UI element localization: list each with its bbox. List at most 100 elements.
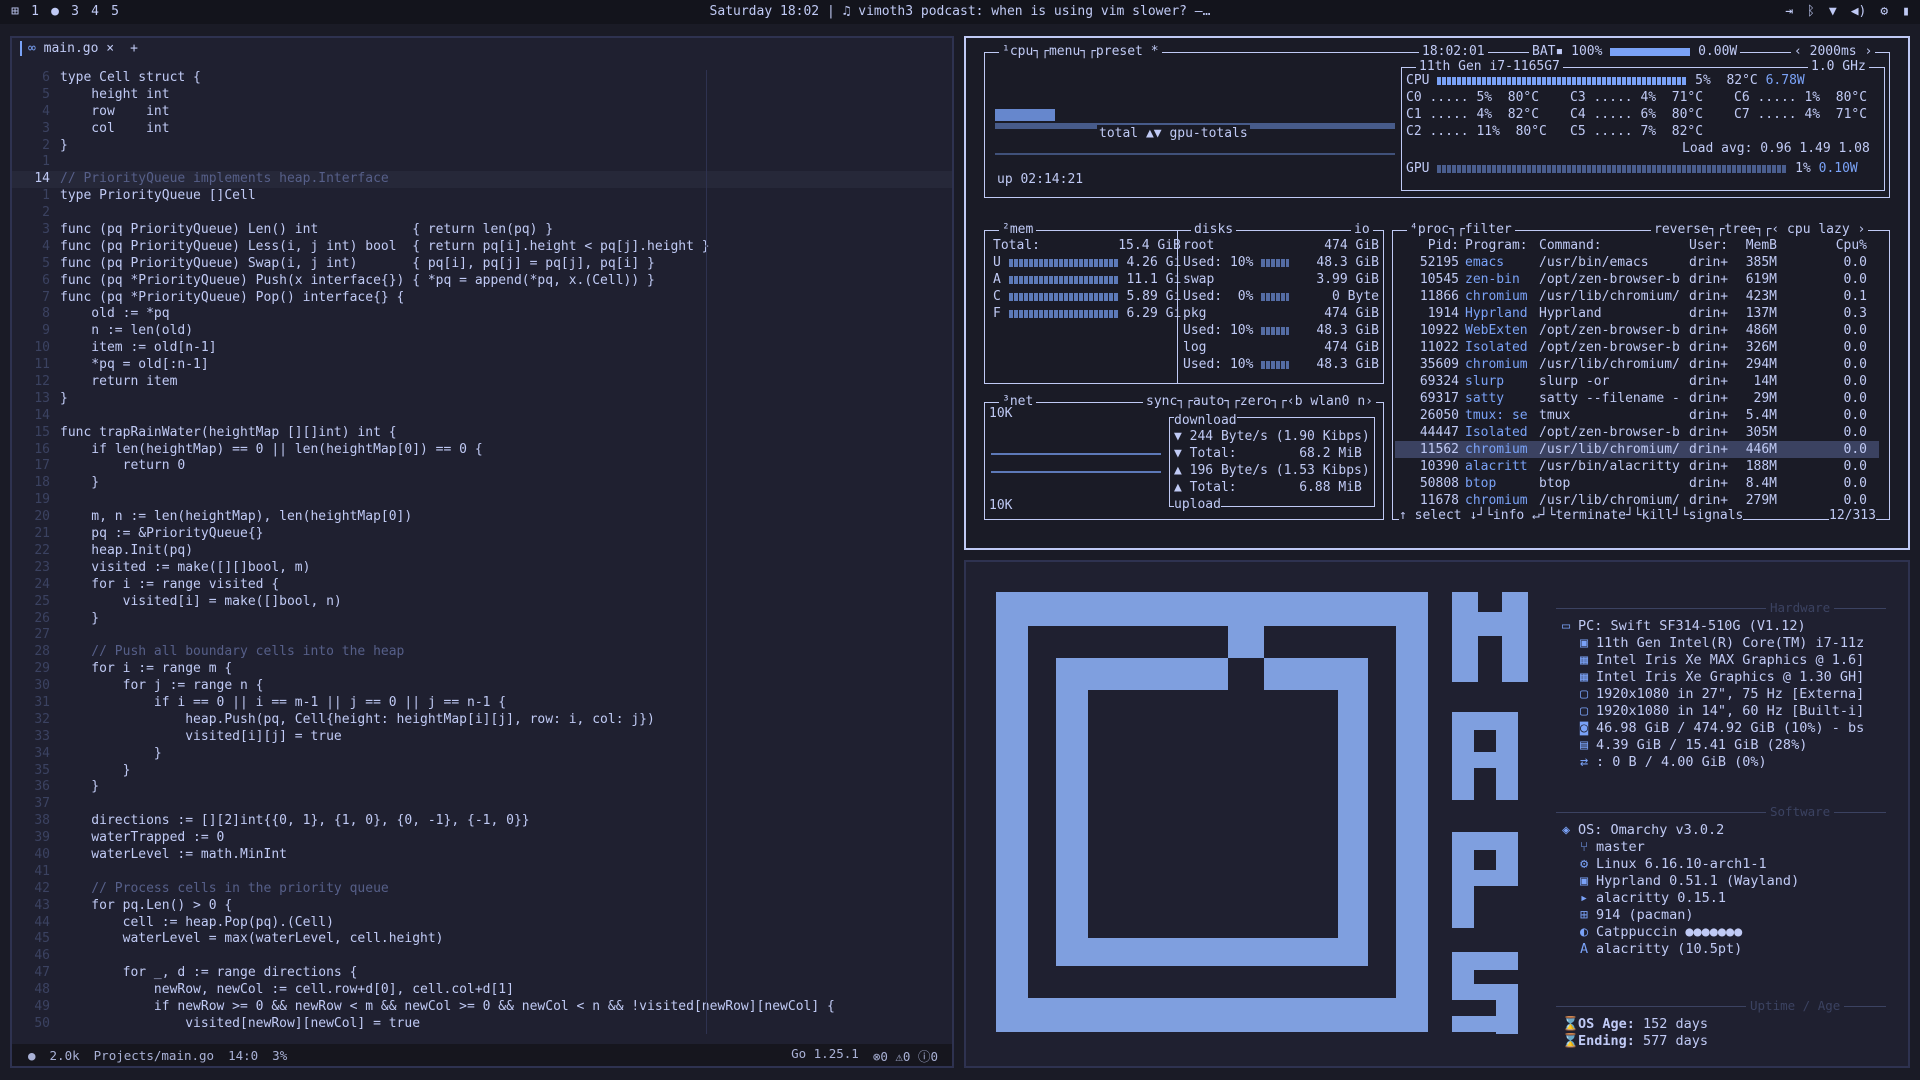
line-text[interactable]: // Process cells in the priority queue: [60, 881, 388, 898]
code-line[interactable]: 43 for pq.Len() > 0 {: [12, 898, 952, 915]
line-text[interactable]: height int: [60, 87, 169, 104]
proc-row[interactable]: 10922 WebExten/opt/zen-browser-b drin+ 486M…: [1395, 322, 1879, 339]
proc-row[interactable]: 52195 emacs/usr/bin/emacs drin+ 385M 0.0: [1395, 254, 1879, 271]
code-line[interactable]: 46: [12, 948, 952, 965]
line-text[interactable]: func (pq *PriorityQueue) Pop() interface…: [60, 290, 404, 307]
cpu-box-menu[interactable]: ¹cpu┐┌menu┐┌preset *: [999, 44, 1162, 59]
line-text[interactable]: for i := range m {: [60, 661, 232, 678]
code-line[interactable]: 27: [12, 627, 952, 644]
proc-row[interactable]: 10545 zen-bin/opt/zen-browser-b drin+ 619M 0…: [1395, 271, 1879, 288]
settings-icon[interactable]: ⚙: [1880, 4, 1888, 19]
line-text[interactable]: type PriorityQueue []Cell: [60, 188, 256, 205]
code-line[interactable]: 14: [12, 408, 952, 425]
line-text[interactable]: return 0: [60, 458, 186, 475]
proc-options[interactable]: reverse┐┌tree┐┌‹ cpu lazy ›: [1651, 222, 1869, 237]
code-line[interactable]: 33 visited[i][j] = true: [12, 729, 952, 746]
line-text[interactable]: col int: [60, 121, 169, 138]
new-tab-icon[interactable]: +: [130, 41, 138, 56]
code-line[interactable]: 34 }: [12, 746, 952, 763]
line-text[interactable]: item := old[n-1]: [60, 340, 216, 357]
mem-label[interactable]: ²mem: [999, 222, 1037, 237]
line-text[interactable]: row int: [60, 104, 169, 121]
code-line[interactable]: 19: [12, 492, 952, 509]
line-text[interactable]: func (pq PriorityQueue) Swap(i, j int) {…: [60, 256, 655, 273]
code-line[interactable]: 3 func (pq PriorityQueue) Len() int { ret…: [12, 222, 952, 239]
graph-label[interactable]: total ▲▼ gpu-totals: [1097, 125, 1250, 142]
code-line[interactable]: 18 }: [12, 475, 952, 492]
code-line[interactable]: 31 if i == 0 || i == m-1 || j == 0 || j …: [12, 695, 952, 712]
clock-and-media[interactable]: Saturday 18:02 | ♫ vimoth3 podcast: when…: [0, 4, 1920, 19]
line-text[interactable]: cell := heap.Pop(pq).(Cell): [60, 915, 334, 932]
line-text[interactable]: visited := make([][]bool, m): [60, 560, 310, 577]
proc-row[interactable]: 11562 chromium/usr/lib/chromium/drin+ 446M…: [1395, 441, 1879, 458]
code-line[interactable]: 35 }: [12, 763, 952, 780]
code-line[interactable]: 29 for i := range m {: [12, 661, 952, 678]
code-line[interactable]: 2}: [12, 138, 952, 155]
code-line[interactable]: 47 for _, d := range directions {: [12, 965, 952, 982]
code-line[interactable]: 48 newRow, newCol := cell.row+d[0], cell…: [12, 982, 952, 999]
line-text[interactable]: pq := &PriorityQueue{}: [60, 526, 263, 543]
code-line[interactable]: 49 if newRow >= 0 && newRow < m && newCo…: [12, 999, 952, 1016]
code-area[interactable]: 6 type Cell struct {5 height int 4 row int…: [12, 70, 952, 1036]
line-text[interactable]: func (pq *PriorityQueue) Push(x interfac…: [60, 273, 655, 290]
code-line[interactable]: 14 // PriorityQueue implements heap.Inter…: [12, 171, 952, 189]
proc-row[interactable]: 69317 satty satty --filename - drin+ 29M 0.0: [1395, 390, 1879, 407]
line-text[interactable]: for pq.Len() > 0 {: [60, 898, 232, 915]
proc-filter[interactable]: ⁴proc┐┌filter: [1407, 222, 1515, 237]
wifi-icon[interactable]: ▼: [1829, 4, 1837, 19]
proc-footer[interactable]: ↑ select ↓┘└info ↵┘└terminate┘└kill┘└sig…: [1399, 507, 1744, 524]
code-line[interactable]: 30 for j := range n {: [12, 678, 952, 695]
code-line[interactable]: 39 waterTrapped := 0: [12, 830, 952, 847]
line-text[interactable]: directions := [][2]int{{0, 1}, {1, 0}, {…: [60, 813, 529, 830]
code-line[interactable]: 23 visited := make([][]bool, m): [12, 560, 952, 577]
code-line[interactable]: 20 m, n := len(heightMap), len(heightMap…: [12, 509, 952, 526]
code-line[interactable]: 6 type Cell struct {: [12, 70, 952, 87]
line-text[interactable]: }: [60, 138, 68, 155]
code-line[interactable]: 36 }: [12, 779, 952, 796]
line-text[interactable]: func trapRainWater(heightMap [][]int) in…: [60, 425, 397, 442]
code-line[interactable]: 17 return 0: [12, 458, 952, 475]
line-text[interactable]: type Cell struct {: [60, 70, 201, 87]
proc-row[interactable]: 35609 chromium/usr/lib/chromium/drin+ 294M…: [1395, 356, 1879, 373]
code-line[interactable]: 40 waterLevel := math.MinInt: [12, 847, 952, 864]
code-line[interactable]: 4 func (pq PriorityQueue) Less(i, j int) …: [12, 239, 952, 256]
line-text[interactable]: }: [60, 611, 99, 628]
line-text[interactable]: if i == 0 || i == m-1 || j == 0 || j == …: [60, 695, 506, 712]
line-text[interactable]: }: [60, 763, 131, 780]
line-text[interactable]: return item: [60, 374, 177, 391]
line-text[interactable]: waterLevel := math.MinInt: [60, 847, 287, 864]
battery-icon[interactable]: ▮: [1902, 4, 1910, 19]
line-text[interactable]: for i := range visited {: [60, 577, 279, 594]
code-line[interactable]: 11 *pq = old[:n-1]: [12, 357, 952, 374]
line-text[interactable]: }: [60, 475, 99, 492]
proc-row[interactable]: 69324 slurp slurp -or drin+ 14M 0.0: [1395, 373, 1879, 390]
line-text[interactable]: }: [60, 391, 68, 408]
net-options[interactable]: sync┐┌auto┐┌zero┐┌‹b wlan0 n›: [1143, 394, 1376, 409]
code-line[interactable]: 37: [12, 796, 952, 813]
code-line[interactable]: 28 // Push all boundary cells into the h…: [12, 644, 952, 661]
code-line[interactable]: 45 waterLevel = max(waterLevel, cell.hei…: [12, 931, 952, 948]
line-text[interactable]: heap.Init(pq): [60, 543, 193, 560]
code-line[interactable]: 25 visited[i] = make([]bool, n): [12, 594, 952, 611]
code-line[interactable]: 15 func trapRainWater(heightMap [][]int) …: [12, 425, 952, 442]
code-line[interactable]: 21 pq := &PriorityQueue{}: [12, 526, 952, 543]
code-line[interactable]: 38 directions := [][2]int{{0, 1}, {1, 0}…: [12, 813, 952, 830]
line-text[interactable]: for j := range n {: [60, 678, 264, 695]
proc-row[interactable]: 11866 chromium/usr/lib/chromium/drin+ 423M…: [1395, 288, 1879, 305]
code-line[interactable]: 5 func (pq PriorityQueue) Swap(i, j int) …: [12, 256, 952, 273]
line-text[interactable]: }: [60, 779, 99, 796]
code-line[interactable]: 24 for i := range visited {: [12, 577, 952, 594]
line-text[interactable]: // PriorityQueue implements heap.Interfa…: [60, 171, 389, 188]
line-text[interactable]: }: [60, 746, 162, 763]
line-text[interactable]: n := len(old): [60, 323, 193, 340]
line-text[interactable]: newRow, newCol := cell.row+d[0], cell.co…: [60, 982, 514, 999]
code-line[interactable]: 13}: [12, 391, 952, 408]
line-text[interactable]: visited[i][j] = true: [60, 729, 342, 746]
bluetooth-icon[interactable]: ᛒ: [1807, 4, 1815, 19]
code-line[interactable]: 22 heap.Init(pq): [12, 543, 952, 560]
line-text[interactable]: // Push all boundary cells into the heap: [60, 644, 404, 661]
line-text[interactable]: waterLevel = max(waterLevel, cell.height…: [60, 931, 444, 948]
code-line[interactable]: 50 visited[newRow][newCol] = true: [12, 1016, 952, 1033]
code-line[interactable]: 32 heap.Push(pq, Cell{height: heightMap[…: [12, 712, 952, 729]
code-line[interactable]: 1 type PriorityQueue []Cell: [12, 188, 952, 205]
